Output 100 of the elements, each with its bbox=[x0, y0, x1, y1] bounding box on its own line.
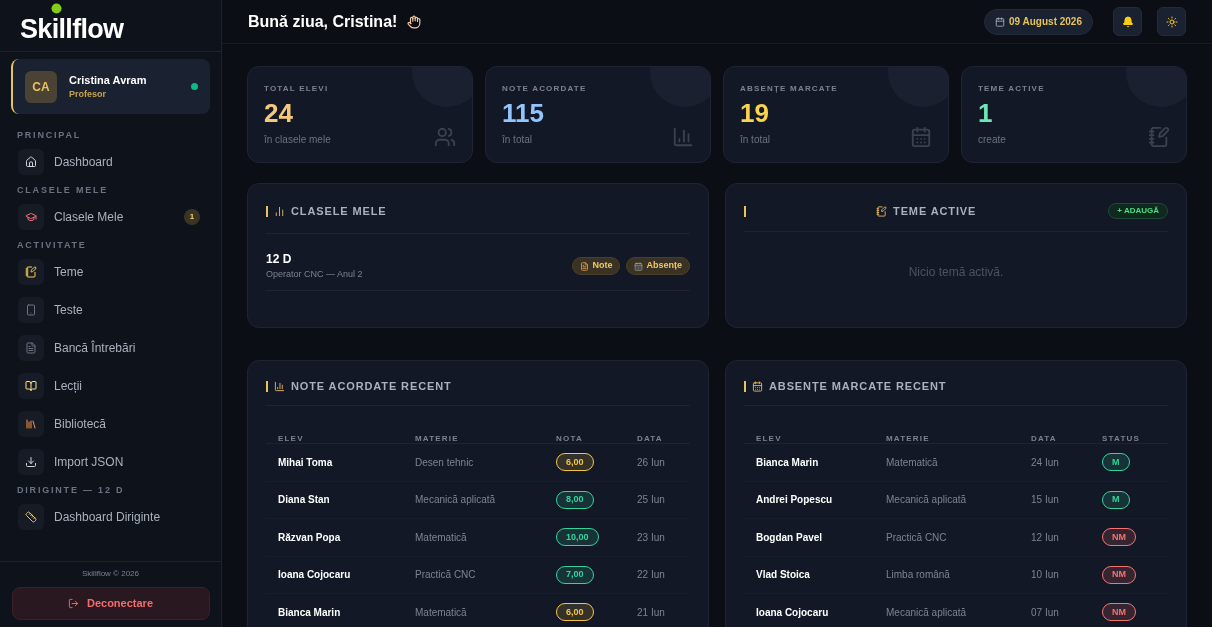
user-name: Cristina Avram bbox=[69, 72, 148, 88]
student-name: Mihai Toma bbox=[278, 456, 333, 468]
column-header: ELEV bbox=[756, 434, 782, 443]
student-name: Bianca Marin bbox=[756, 456, 819, 468]
download-icon bbox=[25, 456, 37, 468]
sidebar-item[interactable]: Clasele Mele 1 bbox=[0, 198, 221, 236]
date: 21 Iun bbox=[637, 606, 665, 618]
sidebar-label: Teste bbox=[54, 302, 84, 319]
calendar-icon bbox=[995, 16, 1005, 27]
sidebar-item[interactable]: Lecții bbox=[0, 367, 221, 405]
graduation-cap-icon bbox=[25, 211, 37, 223]
sidebar-label: Clasele Mele bbox=[54, 209, 125, 226]
logo: Skillflow bbox=[20, 14, 124, 45]
sidebar-item[interactable]: Dashboard bbox=[0, 143, 221, 181]
stat-caption: în total bbox=[740, 133, 771, 147]
subject: Practică CNC bbox=[415, 569, 476, 581]
stat-caption: create bbox=[978, 133, 1006, 147]
section-heading: CLASELE MELE bbox=[16, 184, 110, 197]
column-header: DATA bbox=[1031, 434, 1057, 443]
column-header: MATERIE bbox=[415, 434, 459, 443]
date: 12 Iun bbox=[1031, 531, 1059, 543]
date: 15 Iun bbox=[1031, 494, 1059, 506]
add-button[interactable]: + ADAUGĂ bbox=[1108, 203, 1168, 219]
notepad-icon bbox=[1148, 126, 1170, 148]
subject: Matematică bbox=[415, 606, 467, 618]
subject: Practică CNC bbox=[886, 531, 947, 543]
column-header: NOTA bbox=[556, 434, 583, 443]
student-name: Ioana Cojocaru bbox=[278, 569, 351, 581]
stat-value: 115 bbox=[502, 97, 545, 130]
logout-button[interactable]: Deconectare bbox=[11, 587, 210, 620]
stat-label: TEME ACTIVE bbox=[978, 83, 1046, 95]
subject: Limba română bbox=[886, 569, 950, 581]
sidebar-label: Teme bbox=[54, 264, 85, 281]
date: 26 Iun bbox=[637, 456, 665, 468]
class-detail: Operator CNC — Anul 2 bbox=[266, 268, 364, 282]
sidebar-item[interactable]: Import JSON bbox=[0, 443, 221, 481]
date: 10 Iun bbox=[1031, 569, 1059, 581]
house-icon bbox=[25, 156, 37, 168]
grade-badge: M bbox=[1102, 453, 1130, 472]
theme-button[interactable] bbox=[1157, 7, 1186, 36]
sidebar-item[interactable]: Bibliotecă bbox=[0, 405, 221, 443]
count-badge: 1 bbox=[184, 209, 200, 225]
stat-caption: în total bbox=[502, 133, 533, 147]
notifications-button[interactable] bbox=[1113, 7, 1142, 36]
stat-label: ABSENȚE MARCATE bbox=[740, 83, 839, 95]
sidebar-item[interactable]: Teste bbox=[0, 291, 221, 329]
student-name: Vlad Stoica bbox=[756, 569, 810, 581]
grade-badge: 6,00 bbox=[556, 603, 594, 622]
student-name: Bogdan Pavel bbox=[756, 531, 823, 543]
copyright: Skillflow © 2026 bbox=[82, 568, 139, 580]
date: 24 Iun bbox=[1031, 456, 1059, 468]
student-name: Diana Stan bbox=[278, 494, 330, 506]
subject: Matematică bbox=[415, 531, 467, 543]
stat-value: 1 bbox=[978, 97, 994, 130]
avatar: CA bbox=[25, 70, 57, 103]
sidebar-item[interactable]: Teme bbox=[0, 253, 221, 291]
people-icon bbox=[434, 126, 456, 148]
panel-title: ABSENȚE MARCATE RECENT bbox=[769, 378, 947, 394]
sidebar-label: Bancă Întrebări bbox=[54, 339, 137, 357]
subject: Matematică bbox=[886, 456, 938, 468]
stat-label: TOTAL ELEVI bbox=[264, 83, 330, 95]
user-card[interactable]: CA Cristina Avram Profesor bbox=[11, 59, 210, 114]
grade-badge: 6,00 bbox=[556, 453, 594, 472]
student-name: Bianca Marin bbox=[278, 606, 341, 618]
empty-message: Nicio temă activă. bbox=[908, 263, 1004, 281]
student-name: Andrei Popescu bbox=[756, 494, 833, 506]
date: 25 Iun bbox=[637, 494, 665, 506]
sidebar-item[interactable]: Dashboard Diriginte bbox=[0, 498, 221, 536]
bar-chart-icon bbox=[672, 126, 694, 148]
notepad-icon bbox=[25, 266, 37, 278]
student-name: Răzvan Popa bbox=[278, 531, 341, 543]
date: 23 Iun bbox=[637, 531, 665, 543]
sidebar-item[interactable]: Bancă Întrebări bbox=[0, 329, 221, 367]
bar-chart-icon bbox=[274, 380, 285, 392]
section-heading: PRINCIPAL bbox=[16, 129, 83, 142]
section-heading: DIRIGINTE — 12 D bbox=[16, 484, 126, 497]
stat-value: 19 bbox=[740, 97, 770, 130]
stat-value: 24 bbox=[264, 97, 294, 130]
panel-title: CLASELE MELE bbox=[291, 203, 387, 219]
panel-title: TEME ACTIVE bbox=[893, 203, 977, 219]
logout-icon bbox=[67, 598, 79, 609]
stat-caption: în clasele mele bbox=[264, 133, 331, 147]
grade-badge: 10,00 bbox=[556, 528, 599, 547]
panel-title: NOTE ACORDATE RECENT bbox=[291, 378, 452, 394]
calendar-icon bbox=[752, 380, 763, 392]
greeting: Bună ziua, Cristina! bbox=[248, 11, 398, 32]
books-icon bbox=[25, 418, 37, 430]
grade-badge: NM bbox=[1102, 603, 1136, 622]
user-role: Profesor bbox=[69, 88, 107, 101]
stat-label: NOTE ACORDATE bbox=[502, 83, 588, 95]
section-heading: ACTIVITATE bbox=[16, 239, 88, 252]
sidebar-label: Dashboard bbox=[54, 154, 114, 171]
date: 07 Iun bbox=[1031, 606, 1059, 618]
class-action-button[interactable]: Note bbox=[572, 257, 621, 275]
class-action-button[interactable]: Absențe bbox=[626, 257, 690, 275]
date-chip: 09 August 2026 bbox=[984, 8, 1093, 35]
subject: Desen tehnic bbox=[415, 456, 474, 468]
grade-badge: 7,00 bbox=[556, 565, 594, 584]
bell-icon bbox=[1121, 15, 1134, 28]
clipboard-icon bbox=[580, 261, 590, 271]
